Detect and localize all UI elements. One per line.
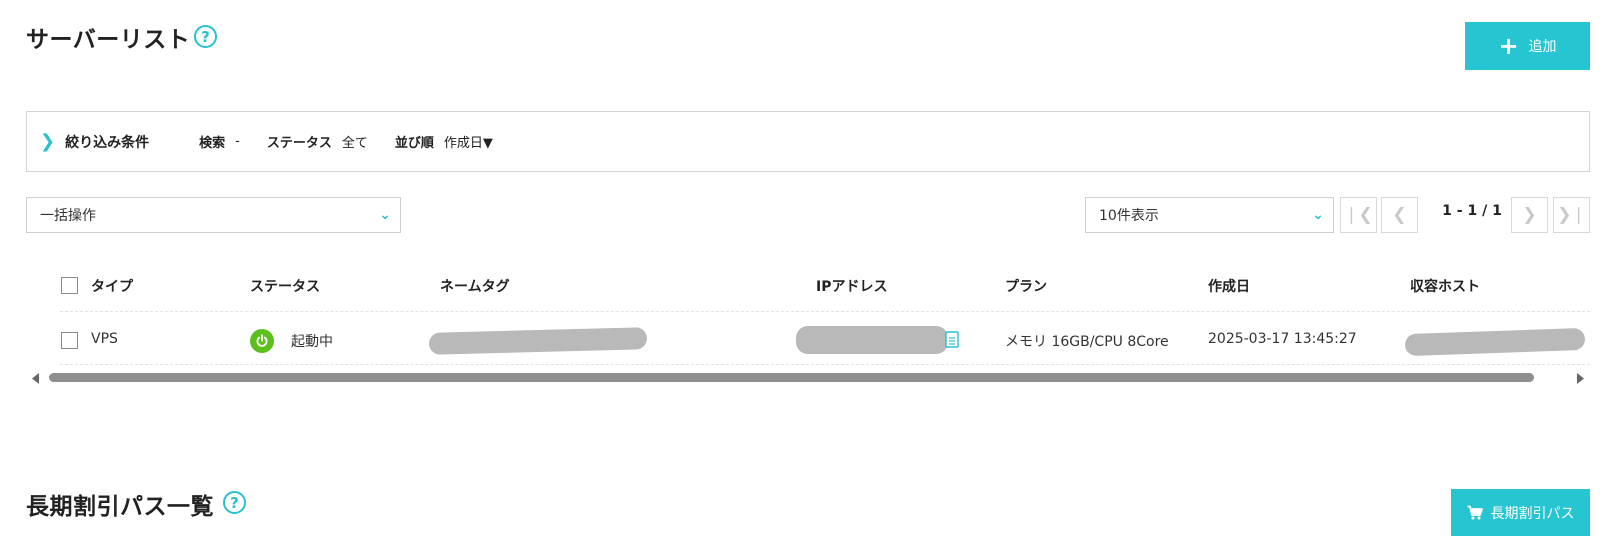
- select-all-checkbox[interactable]: [61, 277, 78, 294]
- scrollbar-thumb[interactable]: [49, 373, 1534, 382]
- last-page-button[interactable]: ❯❘: [1553, 197, 1590, 233]
- cart-icon: [1467, 505, 1483, 520]
- bulk-action-value: 一括操作: [40, 208, 96, 224]
- filter-status-label: ステータス: [266, 136, 332, 151]
- page-size-value: 10件表示: [1099, 208, 1159, 224]
- redacted-host: [1404, 327, 1586, 357]
- help-icon[interactable]: ?: [194, 25, 217, 48]
- page-title: サーバーリスト: [26, 27, 191, 53]
- plus-icon: +: [1498, 32, 1519, 60]
- prev-page-button[interactable]: ❮: [1381, 197, 1418, 233]
- filter-search-label: 検索: [199, 136, 226, 151]
- filter-search-value: -: [235, 134, 240, 149]
- table-divider: [60, 364, 1590, 365]
- cell-type[interactable]: VPS: [91, 331, 118, 347]
- row-checkbox[interactable]: [61, 332, 78, 349]
- column-header-nametag[interactable]: ネームタグ: [440, 276, 510, 296]
- redacted-ip-address: [796, 326, 948, 354]
- discount-pass-button[interactable]: 長期割引パス: [1451, 489, 1590, 536]
- filter-sort-label: 並び順: [394, 136, 434, 151]
- power-on-icon: [250, 329, 274, 353]
- scroll-left-arrow-icon[interactable]: [32, 373, 39, 384]
- redacted-nametag: [428, 327, 648, 355]
- column-header-plan[interactable]: プラン: [1005, 276, 1047, 296]
- column-header-status[interactable]: ステータス: [250, 276, 320, 296]
- scroll-right-arrow-icon[interactable]: [1577, 373, 1584, 384]
- column-header-host[interactable]: 収容ホスト: [1410, 276, 1480, 296]
- column-header-created[interactable]: 作成日: [1208, 276, 1250, 296]
- copy-icon[interactable]: [945, 331, 959, 348]
- filter-title[interactable]: 絞り込み条件: [65, 132, 149, 152]
- add-button-label: 追加: [1528, 39, 1557, 55]
- cell-status: 起動中: [291, 334, 333, 350]
- discount-pass-button-label: 長期割引パス: [1490, 505, 1575, 522]
- filter-bar[interactable]: ❯ 絞り込み条件 検索 - ステータス 全て 並び順 作成日▼: [26, 111, 1590, 172]
- pagination-info: 1 - 1 / 1: [1442, 203, 1502, 219]
- chevron-down-icon: ⌄: [379, 207, 391, 223]
- cell-created: 2025-03-17 13:45:27: [1208, 331, 1357, 347]
- help-icon[interactable]: ?: [223, 491, 246, 514]
- column-header-type[interactable]: タイプ: [91, 276, 133, 296]
- first-page-button[interactable]: ❘❮: [1340, 197, 1377, 233]
- table-divider: [60, 311, 1590, 312]
- page-size-select[interactable]: 10件表示 ⌄: [1085, 197, 1334, 233]
- filter-status-value: 全て: [341, 136, 368, 151]
- column-header-ip[interactable]: IPアドレス: [816, 276, 887, 296]
- add-server-button[interactable]: + 追加: [1465, 22, 1590, 70]
- section-title: 長期割引パス一覧: [26, 494, 214, 520]
- cell-plan: メモリ 16GB/CPU 8Core: [1005, 334, 1169, 350]
- chevron-down-icon: ⌄: [1312, 207, 1324, 223]
- expand-chevron-icon[interactable]: ❯: [40, 131, 55, 152]
- next-page-button[interactable]: ❯: [1511, 197, 1548, 233]
- bulk-action-select[interactable]: 一括操作 ⌄: [26, 197, 401, 233]
- filter-sort-value: 作成日▼: [443, 136, 493, 151]
